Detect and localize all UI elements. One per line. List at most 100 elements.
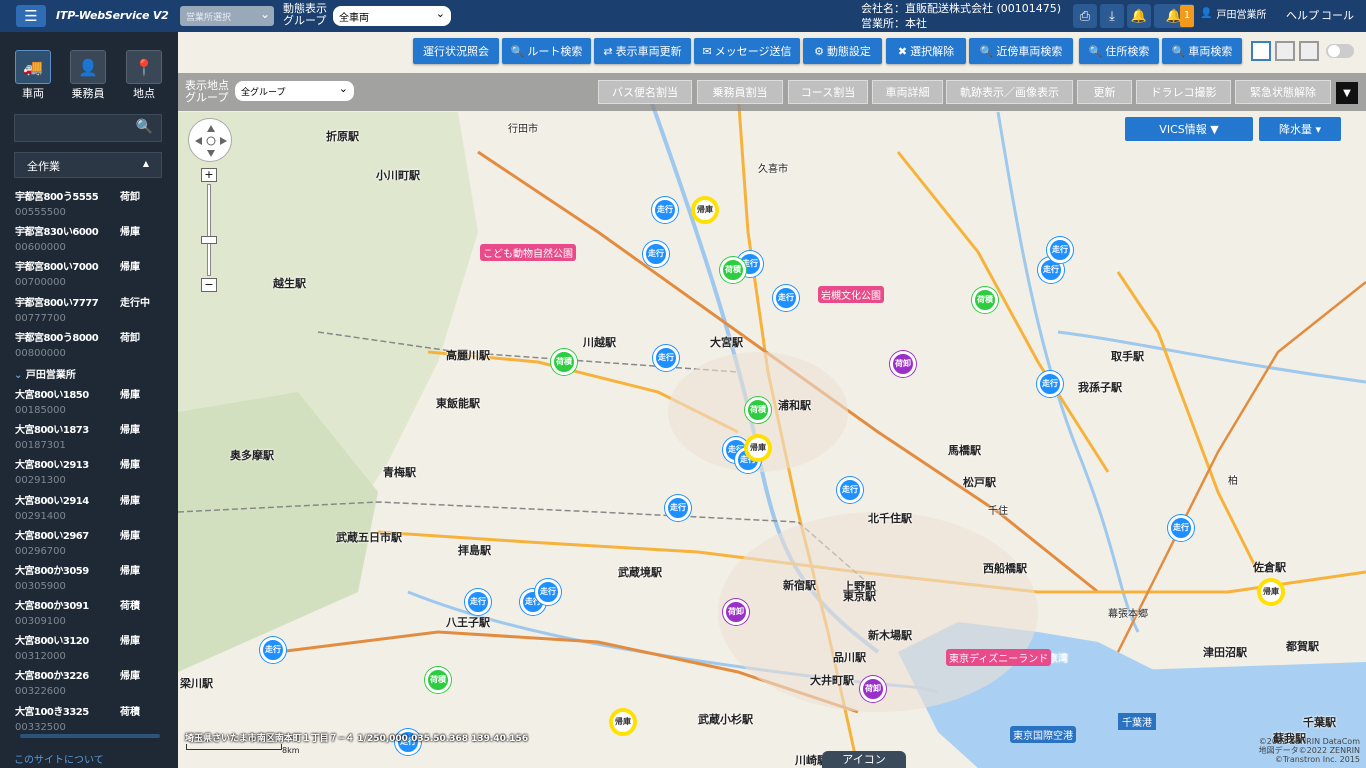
vehicle-marker[interactable]: 走行中 [665, 495, 691, 521]
vics-info-button[interactable]: VICS情報 ▼ [1125, 117, 1253, 141]
course-assign-button[interactable]: コース割当 [788, 80, 868, 104]
list-item[interactable]: 大宮800い2914 帰庫 00291400 [0, 490, 178, 525]
vehicle-marker[interactable]: 荷卸 [890, 351, 916, 377]
layout-split-icon[interactable] [1299, 41, 1319, 61]
download-icon[interactable]: ⤓ [1100, 4, 1124, 28]
vehicle-marker[interactable]: 走行中 [643, 241, 669, 267]
send-message-button[interactable]: ✉ メッセージ送信 [694, 38, 800, 64]
zoom-handle[interactable] [201, 236, 217, 244]
vehicle-plate: 大宮800か3091 [15, 601, 89, 613]
vehicle-plate: 宇都宮800う8000 [15, 332, 99, 344]
icon-tab[interactable]: アイコン [822, 751, 906, 768]
work-filter-value: 全作業 [27, 160, 60, 173]
zoom-out-button[interactable]: − [201, 278, 217, 292]
vehicle-marker[interactable]: 荷積 [720, 257, 746, 283]
vehicle-marker[interactable]: 走行中 [535, 579, 561, 605]
work-filter-select[interactable]: 全作業 ▲ [14, 152, 162, 178]
vehicle-list[interactable]: 宇都宮800う5555 荷卸 00555500 宇都宮830い6000 帰庫 00600… [0, 186, 178, 736]
vehicle-marker[interactable]: 荷積 [745, 397, 771, 423]
bus-assign-button[interactable]: バス便名割当 [598, 80, 692, 104]
place-label: 越生駅 [273, 277, 306, 290]
vehicle-marker[interactable]: 帰庫 [610, 709, 636, 735]
vehicle-marker[interactable]: 走行中 [1037, 371, 1063, 397]
driver-assign-button[interactable]: 乗務員割当 [697, 80, 783, 104]
search-icon[interactable]: 🔍 [136, 119, 153, 135]
tab-vehicle[interactable]: 🚚 [15, 50, 51, 84]
zoom-track[interactable] [207, 184, 211, 276]
help-link[interactable]: ヘルプ [1286, 7, 1319, 23]
bell-icon[interactable]: 🔔 [1127, 4, 1151, 28]
location-group-select[interactable]: 全グループ ⌄ [235, 81, 354, 101]
list-item[interactable]: 大宮800か3091 荷積 00309100 [0, 595, 178, 630]
emergency-release-button[interactable]: 緊急状態解除 [1235, 80, 1331, 104]
office-select[interactable]: 営業所選択 ⌄ [180, 6, 274, 26]
rain-button[interactable]: 降水量 ▾ [1259, 117, 1341, 141]
vehicle-marker[interactable]: 荷卸 [860, 676, 886, 702]
list-item[interactable]: 大宮100き3325 荷積 00332500 [0, 701, 178, 736]
vehicle-group-header[interactable]: ⌄ 戸田営業所 [0, 362, 178, 384]
list-item[interactable]: 宇都宮800う5555 荷卸 00555500 [0, 186, 178, 221]
vehicle-marker[interactable]: 帰庫 [1258, 579, 1284, 605]
triangle-down-icon[interactable]: ▼ [1336, 82, 1358, 104]
zoom-slider[interactable]: + − [201, 168, 217, 298]
route-search-button[interactable]: 🔍 ルート検索 [502, 38, 591, 64]
zoom-in-button[interactable]: + [201, 168, 217, 182]
vehicle-code: 00322600 [15, 686, 66, 698]
list-item[interactable]: 大宮800い3120 帰庫 00312000 [0, 630, 178, 665]
vehicle-detail-button[interactable]: 車両詳細 [872, 80, 943, 104]
about-site-link[interactable]: このサイトについて [14, 751, 104, 766]
vehicle-marker[interactable]: 荷積 [425, 667, 451, 693]
vehicle-marker[interactable]: 走行中 [652, 197, 678, 223]
vehicle-marker[interactable]: 走行中 [837, 477, 863, 503]
hamburger-menu-button[interactable]: ☰ [16, 5, 46, 27]
clear-selection-button[interactable]: ✖ 選択解除 [886, 38, 966, 64]
tab-driver[interactable]: 👤 [70, 50, 106, 84]
track-display-button[interactable]: 軌跡表示／画像表示 [946, 80, 1073, 104]
layout-grid-icon[interactable] [1275, 41, 1295, 61]
list-item[interactable]: 大宮800か3226 帰庫 00322600 [0, 665, 178, 700]
display-group-select[interactable]: 全車両 ⌄ [333, 6, 451, 26]
list-item[interactable]: 宇都宮800い7777 走行中 00777700 [0, 292, 178, 327]
vehicle-marker[interactable]: 荷積 [972, 287, 998, 313]
vehicle-search-input[interactable]: 🔍 [14, 114, 162, 142]
layout-single-icon[interactable] [1251, 41, 1271, 61]
vehicle-marker[interactable]: 走行中 [1047, 237, 1073, 263]
person-icon: 👤 [78, 57, 98, 77]
display-toggle[interactable] [1326, 44, 1354, 58]
vehicle-plate: 大宮800か3059 [15, 565, 89, 577]
list-item[interactable]: 大宮800い1850 帰庫 00185000 [0, 384, 178, 419]
address-search-button[interactable]: 🔍 住所検索 [1079, 38, 1159, 64]
list-item[interactable]: 宇都宮830い6000 帰庫 00600000 [0, 221, 178, 256]
list-item[interactable]: 大宮800い1873 帰庫 00187301 [0, 419, 178, 454]
print-icon[interactable]: ⎙ [1073, 4, 1097, 28]
vehicle-marker[interactable]: 荷卸 [723, 599, 749, 625]
vehicle-marker[interactable]: 帰庫 [692, 197, 718, 223]
list-item[interactable]: 大宮800い2967 帰庫 00296700 [0, 525, 178, 560]
tab-location[interactable]: 📍 [126, 50, 162, 84]
motion-settings-button[interactable]: ⚙ 動態設定 [803, 38, 882, 64]
dashcam-capture-button[interactable]: ドラレコ撮影 [1136, 80, 1231, 104]
list-item[interactable]: 宇都宮800う8000 荷卸 00800000 [0, 327, 178, 362]
refresh-button[interactable]: 更新 [1077, 80, 1132, 104]
vehicle-marker[interactable]: 帰庫 [745, 435, 771, 461]
vehicle-marker[interactable]: 走行中 [1168, 515, 1194, 541]
list-item[interactable]: 宇都宮800い7000 帰庫 00700000 [0, 256, 178, 291]
refresh-vehicles-button[interactable]: ⇄ 表示車両更新 [594, 38, 691, 64]
list-item[interactable]: 大宮800か3059 帰庫 00305900 [0, 560, 178, 595]
pan-control[interactable] [188, 118, 232, 162]
notice-badge: 1 [1180, 5, 1194, 27]
vehicle-search-button[interactable]: 🔍 車両検索 [1162, 38, 1242, 64]
operation-status-button[interactable]: 運行状況照会 [413, 38, 499, 64]
vehicle-marker[interactable]: 走行中 [653, 345, 679, 371]
nearby-vehicle-search-button[interactable]: 🔍 近傍車両検索 [969, 38, 1073, 64]
user-menu[interactable]: 👤 戸田営業所 [1200, 6, 1266, 21]
call-link[interactable]: コール [1321, 7, 1354, 23]
vehicle-marker[interactable]: 走行中 [260, 637, 286, 663]
map-canvas[interactable]: 行田市 久喜市 川越駅 大宮駅 高麗川駅 東飯能駅 奥多摩駅 青梅駅 拝島駅 武蔵五日市駅 八王子駅… [178, 32, 1366, 768]
place-label: 青梅駅 [383, 466, 416, 479]
vehicle-marker[interactable]: 走行中 [465, 589, 491, 615]
mail-icon: ✉ [702, 44, 712, 58]
vehicle-marker[interactable]: 荷積 [551, 349, 577, 375]
vehicle-marker[interactable]: 走行中 [773, 285, 799, 311]
list-item[interactable]: 大宮800い2913 帰庫 00291300 [0, 454, 178, 489]
